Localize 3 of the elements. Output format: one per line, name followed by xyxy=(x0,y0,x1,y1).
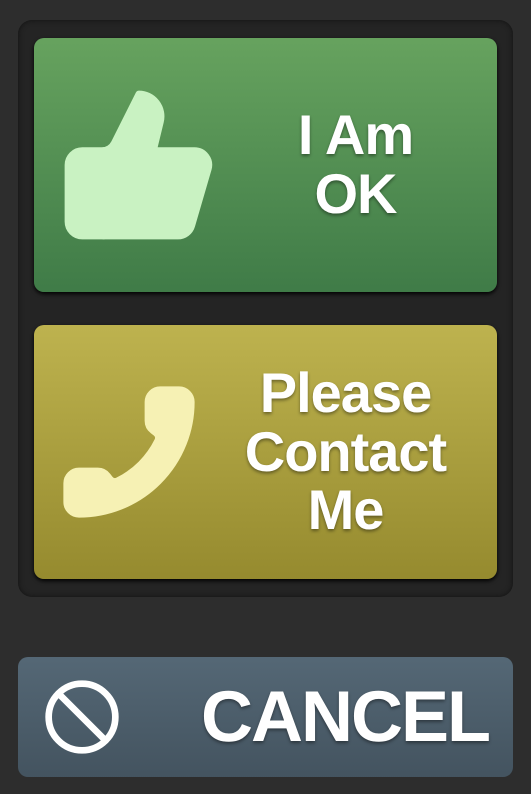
contact-button[interactable]: Please Contact Me xyxy=(34,325,497,579)
ok-button[interactable]: I Am OK xyxy=(34,38,497,292)
cancel-button[interactable]: CANCEL xyxy=(18,657,513,777)
